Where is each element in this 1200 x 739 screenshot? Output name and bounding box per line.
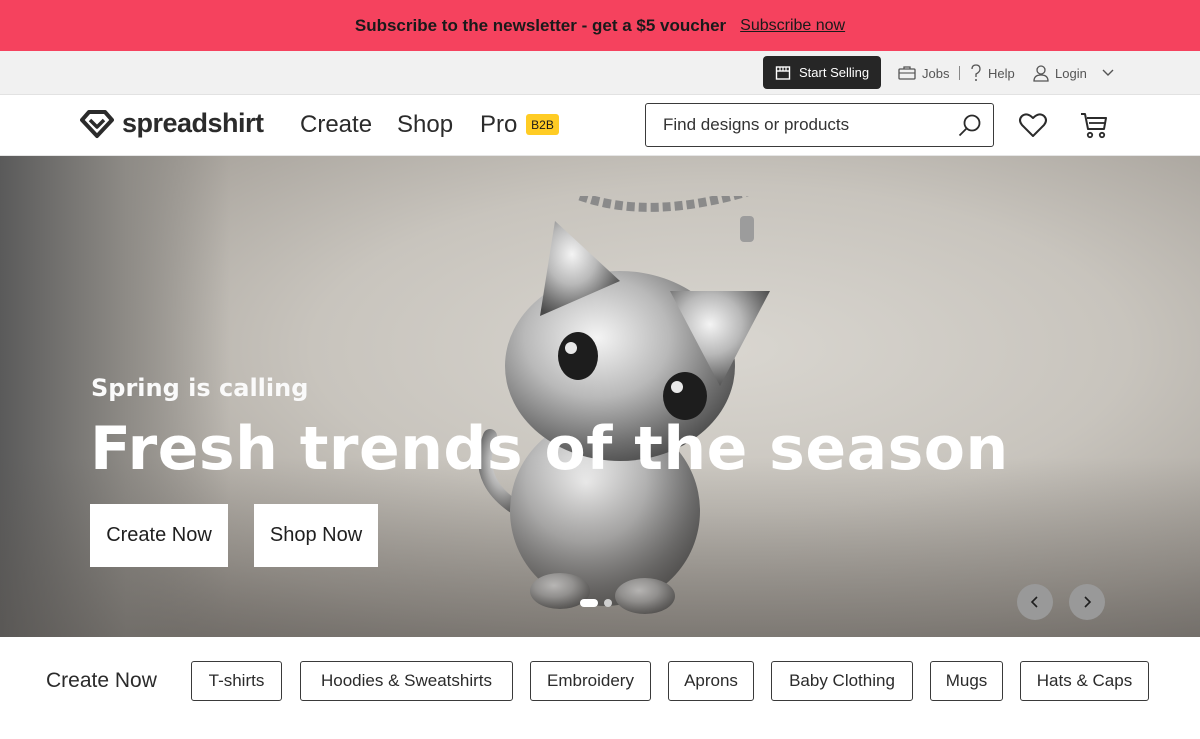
- category-chip-mugs[interactable]: Mugs: [930, 661, 1003, 701]
- b2b-badge: B2B: [526, 114, 559, 135]
- hero-title: Fresh trends of the season: [90, 414, 1009, 484]
- help-label: Help: [988, 65, 1015, 81]
- user-icon: [1033, 65, 1049, 82]
- carousel-dot-1[interactable]: [580, 599, 598, 607]
- category-chip-baby-clothing[interactable]: Baby Clothing: [771, 661, 913, 701]
- logo[interactable]: spreadshirt: [80, 108, 264, 139]
- question-icon: [971, 64, 981, 81]
- hero-banner: Spring is calling Fresh trends of the se…: [0, 156, 1200, 637]
- nav-pro[interactable]: Pro: [480, 111, 517, 139]
- hero-eyebrow: Spring is calling: [91, 374, 309, 402]
- start-selling-label: Start Selling: [799, 65, 870, 80]
- promo-text: Subscribe to the newsletter - get a $5 v…: [354, 15, 727, 35]
- heart-icon[interactable]: [1018, 111, 1048, 139]
- category-chip-hoodies[interactable]: Hoodies & Sweatshirts: [300, 661, 513, 701]
- chevron-down-icon: [1102, 69, 1114, 76]
- chevron-left-icon: [1030, 596, 1038, 608]
- logo-diamond-icon: [80, 109, 114, 138]
- search-input[interactable]: [646, 115, 936, 135]
- main-nav: spreadshirt Create Shop Pro B2B: [0, 95, 1200, 156]
- chevron-right-icon: [1084, 596, 1092, 608]
- shop-now-button[interactable]: Shop Now: [254, 504, 378, 567]
- help-link[interactable]: Help: [970, 63, 1015, 83]
- nav-shop[interactable]: Shop: [397, 111, 453, 139]
- category-chip-tshirts[interactable]: T-shirts: [191, 661, 282, 701]
- utility-bar: Start Selling Jobs Help Login: [0, 51, 1200, 95]
- search-box: [645, 103, 994, 147]
- promo-banner: Subscribe to the newsletter - get a $5 v…: [0, 0, 1200, 51]
- create-now-button[interactable]: Create Now: [90, 504, 228, 567]
- jobs-link[interactable]: Jobs: [898, 63, 949, 83]
- search-icon[interactable]: [957, 113, 983, 139]
- category-strip-label: Create Now: [46, 669, 157, 692]
- logo-text: spreadshirt: [122, 108, 264, 138]
- category-chip-aprons[interactable]: Aprons: [668, 661, 754, 701]
- shop-icon: [775, 65, 791, 80]
- login-link[interactable]: Login: [1033, 63, 1115, 83]
- carousel-prev-button[interactable]: [1017, 584, 1053, 620]
- carousel-dots: [580, 599, 612, 607]
- category-strip: Create Now T-shirts Hoodies & Sweatshirt…: [0, 637, 1200, 739]
- carousel-next-button[interactable]: [1069, 584, 1105, 620]
- category-chip-hats-caps[interactable]: Hats & Caps: [1020, 661, 1149, 701]
- briefcase-icon: [898, 66, 916, 80]
- nav-create[interactable]: Create: [300, 111, 372, 139]
- carousel-dot-2[interactable]: [604, 599, 612, 607]
- start-selling-button[interactable]: Start Selling: [763, 56, 881, 89]
- divider: [959, 66, 960, 80]
- subscribe-link[interactable]: Subscribe now: [740, 17, 845, 35]
- category-chip-embroidery[interactable]: Embroidery: [530, 661, 651, 701]
- cart-icon[interactable]: [1079, 110, 1109, 140]
- login-label: Login: [1055, 65, 1087, 81]
- jobs-label: Jobs: [922, 65, 950, 81]
